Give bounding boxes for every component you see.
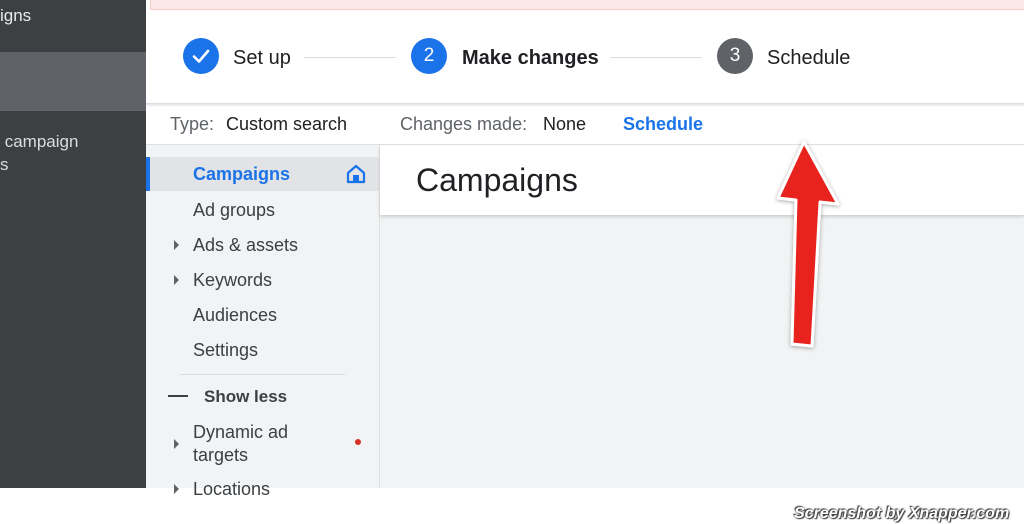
step-2-number: 2 [411, 38, 447, 74]
alert-dot-icon [355, 439, 361, 445]
content-area: Campaigns [380, 145, 1024, 488]
step-1-label[interactable]: Set up [233, 46, 291, 70]
schedule-link[interactable]: Schedule [623, 114, 703, 135]
step-3-number: 3 [717, 38, 753, 74]
step-connector [610, 57, 702, 58]
nav-divider [180, 374, 345, 375]
nav-item-settings[interactable]: Settings [146, 333, 380, 367]
changes-made-label: Changes made: [400, 114, 528, 134]
show-less-label: Show less [204, 387, 288, 406]
nav-item-label: Campaigns [193, 164, 291, 184]
bulk-edit-info: Type: Custom search Changes made: None S… [146, 110, 1024, 144]
nav-item-label: Ads & assets [193, 235, 299, 255]
nav-item-label: Locations [193, 479, 271, 495]
expand-caret-icon[interactable] [174, 275, 179, 285]
step-3-label[interactable]: Schedule [767, 46, 850, 70]
collapse-dash-icon [168, 395, 188, 397]
stepper-divider [146, 103, 1024, 107]
app-sidebar: igns campaign s [0, 0, 146, 488]
step-connector [304, 57, 396, 58]
sidebar-item-selected[interactable] [0, 52, 146, 110]
expand-caret-icon[interactable] [174, 439, 179, 449]
nav-item-label: Keywords [193, 270, 273, 290]
nav-item-label: Ad groups [193, 200, 276, 220]
home-icon[interactable] [345, 163, 367, 185]
nav-item-keywords[interactable]: Keywords [146, 263, 380, 297]
nav-item-dynamic-ad-targets[interactable]: Dynamic ad targets [146, 420, 380, 468]
nav-item-ad-groups[interactable]: Ad groups [146, 193, 380, 227]
step-1-check-icon [183, 38, 219, 74]
show-less-toggle[interactable]: Show less [146, 382, 380, 412]
nav-item-ads-assets[interactable]: Ads & assets [146, 228, 380, 262]
watermark: Screenshot by Xnapper.com [794, 505, 1010, 522]
nav-item-campaigns[interactable]: Campaigns [146, 157, 380, 191]
stepper: Set up 2 Make changes 3 Schedule [146, 26, 1024, 92]
red-arrow-annotation [776, 140, 840, 348]
expand-caret-icon[interactable] [174, 484, 179, 494]
nav-item-locations[interactable]: Locations [146, 475, 380, 495]
type-value: Custom search [226, 114, 348, 134]
type-label: Type: [170, 114, 215, 134]
nav-item-label: Audiences [193, 305, 278, 325]
content-header: Campaigns [380, 145, 1024, 215]
step-2-label[interactable]: Make changes [462, 46, 599, 70]
changes-made-value: None [543, 114, 587, 134]
sidebar-item-campaign-groups[interactable]: campaign s [0, 130, 78, 176]
page-title: Campaigns [416, 162, 578, 198]
nav-item-label: Settings [193, 340, 259, 360]
page-menu: Campaigns Ad groups Ads & assets Keyword… [146, 145, 380, 495]
sidebar-item-campaigns[interactable]: igns [0, 6, 31, 26]
nav-item-audiences[interactable]: Audiences [146, 298, 380, 332]
notification-bar [150, 0, 1024, 10]
sidebar-divider [0, 110, 146, 111]
main-panel: Set up 2 Make changes 3 Schedule Type: C… [146, 0, 1024, 495]
nav-item-label: Dynamic ad targets [193, 422, 289, 465]
expand-caret-icon[interactable] [174, 240, 179, 250]
